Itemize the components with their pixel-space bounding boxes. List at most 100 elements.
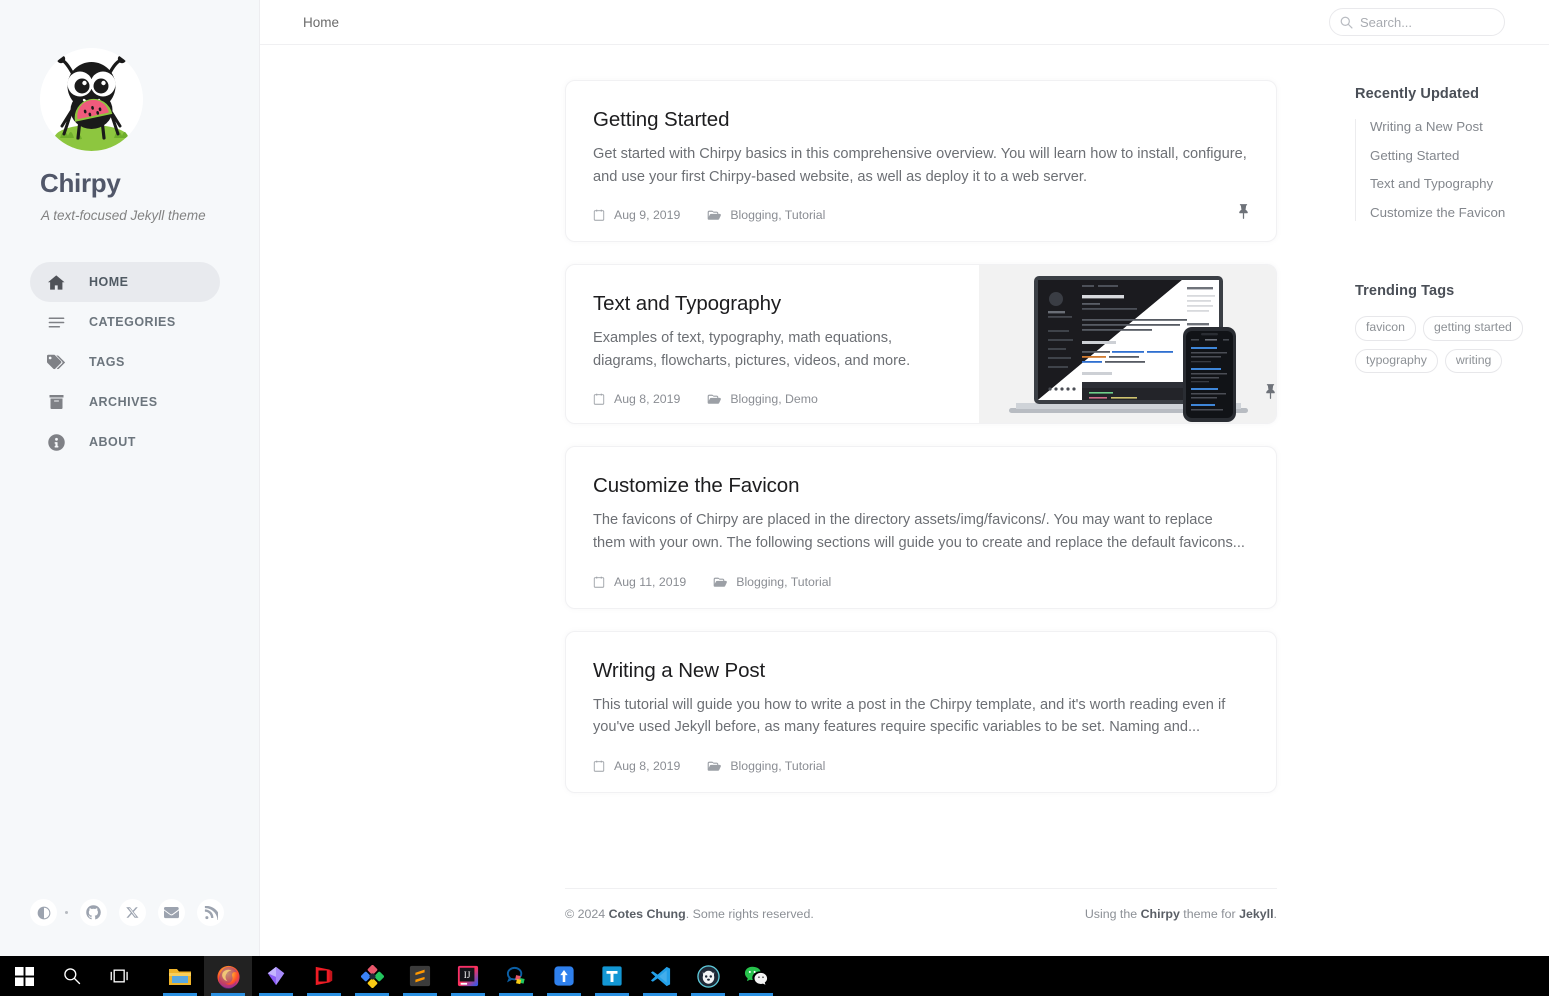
theme-name[interactable]: Chirpy <box>1141 907 1180 921</box>
browser-page: Chirpy A text-focused Jekyll theme HOME … <box>0 0 1549 996</box>
folder-open-icon <box>707 760 722 772</box>
vs-code[interactable] <box>636 956 684 996</box>
post-excerpt: Examples of text, typography, math equat… <box>593 330 911 369</box>
magnifier-icon <box>64 968 81 985</box>
rss-icon[interactable] <box>197 899 224 926</box>
footer-theme-credit: Using the Chirpy theme for Jekyll. <box>1085 907 1277 921</box>
post-date-text: Aug 8, 2019 <box>614 758 681 773</box>
tag-pill[interactable]: typography <box>1355 348 1438 374</box>
qq-chat-icon <box>506 966 525 984</box>
trending-tags-panel: Trending Tags favicon getting started ty… <box>1355 283 1545 374</box>
wechat[interactable] <box>732 956 780 996</box>
recent-item[interactable]: Writing a New Post <box>1370 119 1545 136</box>
pin-icon <box>1265 384 1276 400</box>
avatar[interactable] <box>40 48 143 151</box>
search-button[interactable] <box>48 956 96 996</box>
red-cube-icon <box>315 966 333 986</box>
theme-platform[interactable]: Jekyll <box>1239 907 1273 921</box>
trending-tags-heading: Trending Tags <box>1355 283 1455 300</box>
site-subtitle: A text-focused Jekyll theme <box>41 208 206 223</box>
theme-middle: theme for <box>1179 907 1240 921</box>
theme-suffix: . <box>1273 907 1277 921</box>
copyright-author[interactable]: Cotes Chung <box>609 907 686 921</box>
tag-pill[interactable]: writing <box>1444 348 1503 374</box>
sidebar-item-tags[interactable]: TAGS <box>30 342 220 382</box>
site-title[interactable]: Chirpy <box>40 168 121 199</box>
x-twitter-icon[interactable] <box>119 899 146 926</box>
diamond-app[interactable] <box>348 956 396 996</box>
blue-arrow-app[interactable] <box>540 956 588 996</box>
post-categories: Blogging, Tutorial <box>713 575 831 589</box>
sidebar-item-about[interactable]: ABOUT <box>30 422 220 462</box>
color-diamond-icon <box>360 964 384 988</box>
archive-box-icon <box>45 394 67 410</box>
right-sidebar: Recently Updated Writing a New Post Gett… <box>1355 86 1545 374</box>
email-icon[interactable] <box>158 899 185 926</box>
sidebar-item-label: ABOUT <box>89 435 136 449</box>
post-card[interactable]: Text and Typography Examples of text, ty… <box>565 264 1277 425</box>
purple-gem-icon <box>267 966 285 986</box>
typora-t-icon <box>602 966 622 986</box>
search-box[interactable] <box>1329 8 1505 36</box>
file-explorer[interactable] <box>156 956 204 996</box>
post-categories-text: Blogging, Tutorial <box>730 758 826 773</box>
home-icon <box>45 274 67 291</box>
task-view-icon <box>110 969 128 983</box>
qq-chat[interactable] <box>492 956 540 996</box>
sublime-text-icon <box>409 965 431 987</box>
sidebar-item-label: CATEGORIES <box>89 315 176 329</box>
post-title: Customize the Favicon <box>593 474 800 498</box>
task-view-button[interactable] <box>96 956 144 996</box>
post-date-text: Aug 8, 2019 <box>614 392 681 407</box>
gem-app[interactable] <box>252 956 300 996</box>
recent-item[interactable]: Customize the Favicon <box>1370 205 1545 222</box>
sidebar-item-archives[interactable]: ARCHIVES <box>30 382 220 422</box>
post-card[interactable]: Getting Started Get started with Chirpy … <box>565 80 1277 243</box>
info-circle-icon <box>45 433 67 451</box>
theme-toggle-icon[interactable] <box>30 899 57 926</box>
windows-logo-icon <box>14 966 34 986</box>
firefox-icon <box>216 965 240 989</box>
tag-pill[interactable]: favicon <box>1355 316 1416 341</box>
pin-icon <box>1238 204 1249 220</box>
start-button[interactable] <box>0 956 48 996</box>
separator-dot <box>65 911 68 914</box>
breadcrumb[interactable]: Home <box>303 15 339 30</box>
husky-circle-icon <box>696 964 720 988</box>
post-card[interactable]: Writing a New Post This tutorial will gu… <box>565 630 1277 793</box>
post-thumbnail <box>979 265 1276 424</box>
post-card[interactable]: Customize the Favicon The favicons of Ch… <box>565 446 1277 609</box>
calendar-icon <box>593 393 605 406</box>
sidebar-item-home[interactable]: HOME <box>30 262 220 302</box>
chirpy-ant-avatar-icon <box>40 48 143 151</box>
post-title: Writing a New Post <box>593 658 766 682</box>
post-meta: Aug 9, 2019 Blogging, Tutorial <box>593 188 1249 241</box>
firefox[interactable] <box>204 956 252 996</box>
recent-item[interactable]: Getting Started <box>1370 148 1545 165</box>
sublime-text[interactable] <box>396 956 444 996</box>
tag-pill[interactable]: getting started <box>1422 316 1523 341</box>
github-icon[interactable] <box>80 899 107 926</box>
copyright-suffix: . Some rights reserved. <box>685 907 814 921</box>
search-input[interactable] <box>1360 14 1490 30</box>
calendar-icon <box>593 209 605 221</box>
copyright-prefix: © 2024 <box>565 907 609 921</box>
laptop-and-phone-mockup-icon <box>979 266 1276 422</box>
typora[interactable] <box>588 956 636 996</box>
wechat-icon <box>744 966 768 985</box>
red-app[interactable] <box>300 956 348 996</box>
intellij-idea[interactable]: IJ <box>444 956 492 996</box>
post-excerpt: This tutorial will guide you how to writ… <box>593 696 1226 736</box>
post-excerpt: Get started with Chirpy basics in this c… <box>593 146 1247 185</box>
vscode-icon <box>650 966 670 986</box>
post-list: Getting Started Get started with Chirpy … <box>565 80 1277 815</box>
tag-list: favicon getting started typography writi… <box>1355 316 1545 374</box>
sidebar-item-categories[interactable]: CATEGORIES <box>30 302 220 342</box>
sidebar-item-label: TAGS <box>89 355 125 369</box>
stream-list-icon <box>45 315 67 330</box>
sidebar-contact-list <box>30 899 236 926</box>
recent-item[interactable]: Text and Typography <box>1370 176 1545 193</box>
husky-app[interactable] <box>684 956 732 996</box>
windows-taskbar: IJ <box>0 956 1549 996</box>
sidebar-item-label: ARCHIVES <box>89 395 158 409</box>
